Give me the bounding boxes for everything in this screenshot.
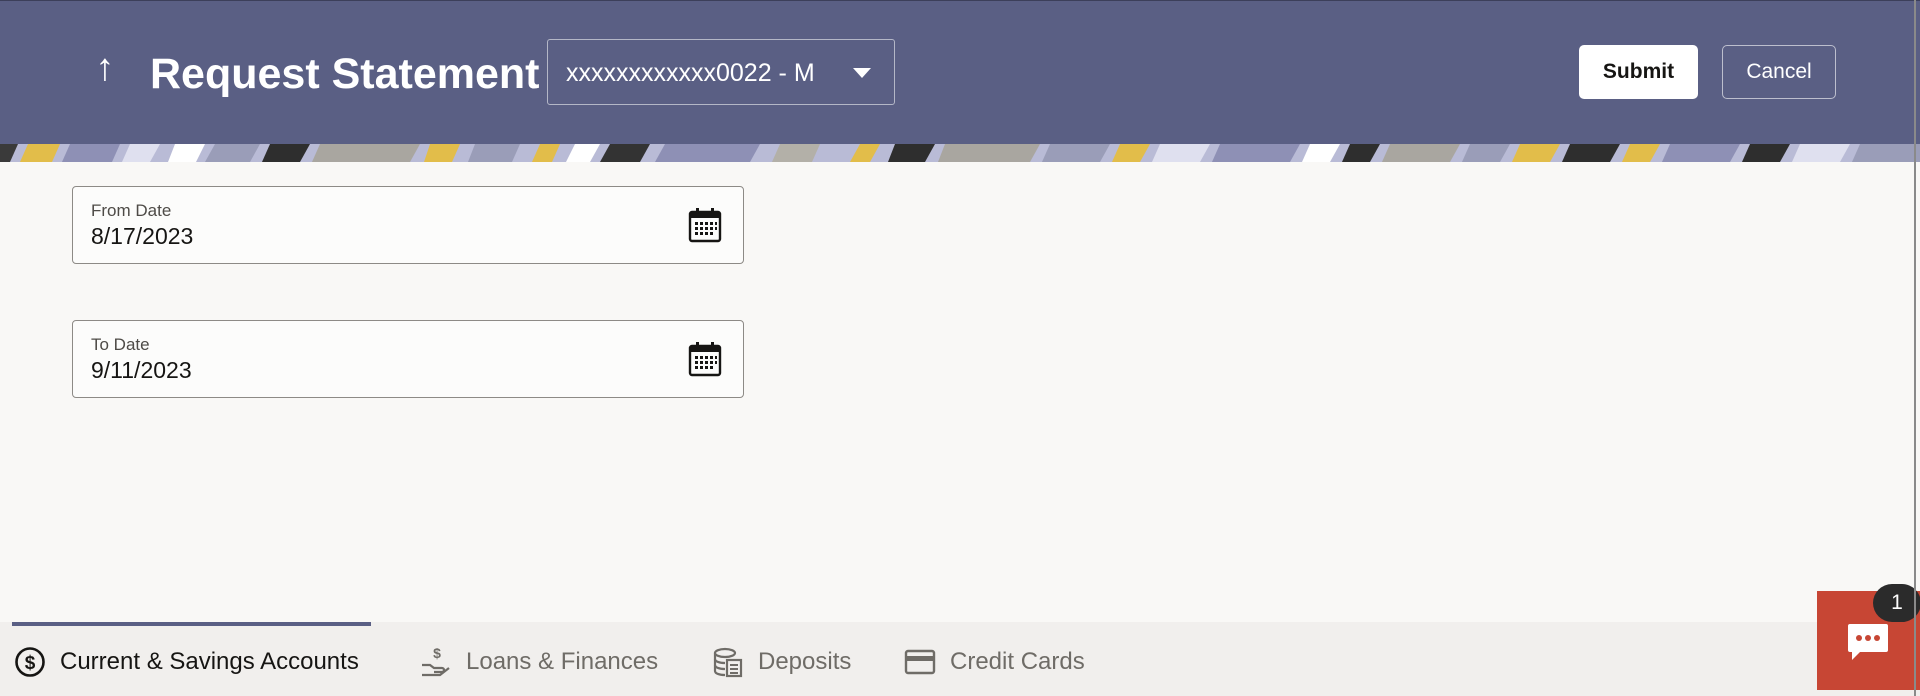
hand-money-icon: $ <box>422 645 450 677</box>
credit-card-icon <box>904 649 936 675</box>
tab-label: Credit Cards <box>950 648 1085 675</box>
tab-loans-finances[interactable]: $ Loans & Finances <box>420 640 658 684</box>
svg-text:$: $ <box>25 653 36 674</box>
product-tabs: $ Current & Savings Accounts $ Loans & F… <box>0 622 1920 696</box>
back-arrow-icon[interactable]: ↑ <box>88 48 122 88</box>
to-date-label: To Date <box>91 335 150 354</box>
from-date-value: 8/17/2023 <box>91 223 194 249</box>
page-header: ↑ Request Statement xxxxxxxxxxxx0022 - M… <box>0 0 1920 162</box>
tab-label: Loans & Finances <box>466 648 659 675</box>
tab-deposits[interactable]: Deposits <box>712 640 851 684</box>
tab-label: Deposits <box>758 648 852 675</box>
account-select-value: xxxxxxxxxxxx0022 - M <box>566 59 815 87</box>
dollar-circle-icon: $ <box>15 647 45 677</box>
tab-credit-cards[interactable]: Credit Cards <box>904 640 1085 684</box>
svg-text:$: $ <box>433 645 441 661</box>
to-date-field[interactable]: To Date 9/11/2023 <box>72 320 744 398</box>
page-title: Request Statement <box>150 50 540 98</box>
chat-notification-badge: 1 <box>1873 584 1920 622</box>
scrollbar[interactable] <box>1914 0 1916 696</box>
from-date-field[interactable]: From Date 8/17/2023 <box>72 186 744 264</box>
submit-button[interactable]: Submit <box>1579 45 1698 99</box>
active-tab-indicator <box>12 622 371 626</box>
account-select[interactable]: xxxxxxxxxxxx0022 - M <box>547 39 895 105</box>
calendar-icon[interactable] <box>688 207 722 243</box>
header-decorative-pattern <box>0 144 1920 162</box>
tab-label: Current & Savings Accounts <box>60 648 359 675</box>
tab-current-savings-accounts[interactable]: $ Current & Savings Accounts <box>14 640 359 684</box>
to-date-value: 9/11/2023 <box>91 357 192 383</box>
deposit-stack-icon <box>713 647 743 678</box>
cancel-button[interactable]: Cancel <box>1722 45 1836 99</box>
chevron-down-icon <box>853 68 871 78</box>
calendar-icon[interactable] <box>688 341 722 377</box>
from-date-label: From Date <box>91 201 172 220</box>
chat-bubble-icon <box>1848 624 1888 660</box>
